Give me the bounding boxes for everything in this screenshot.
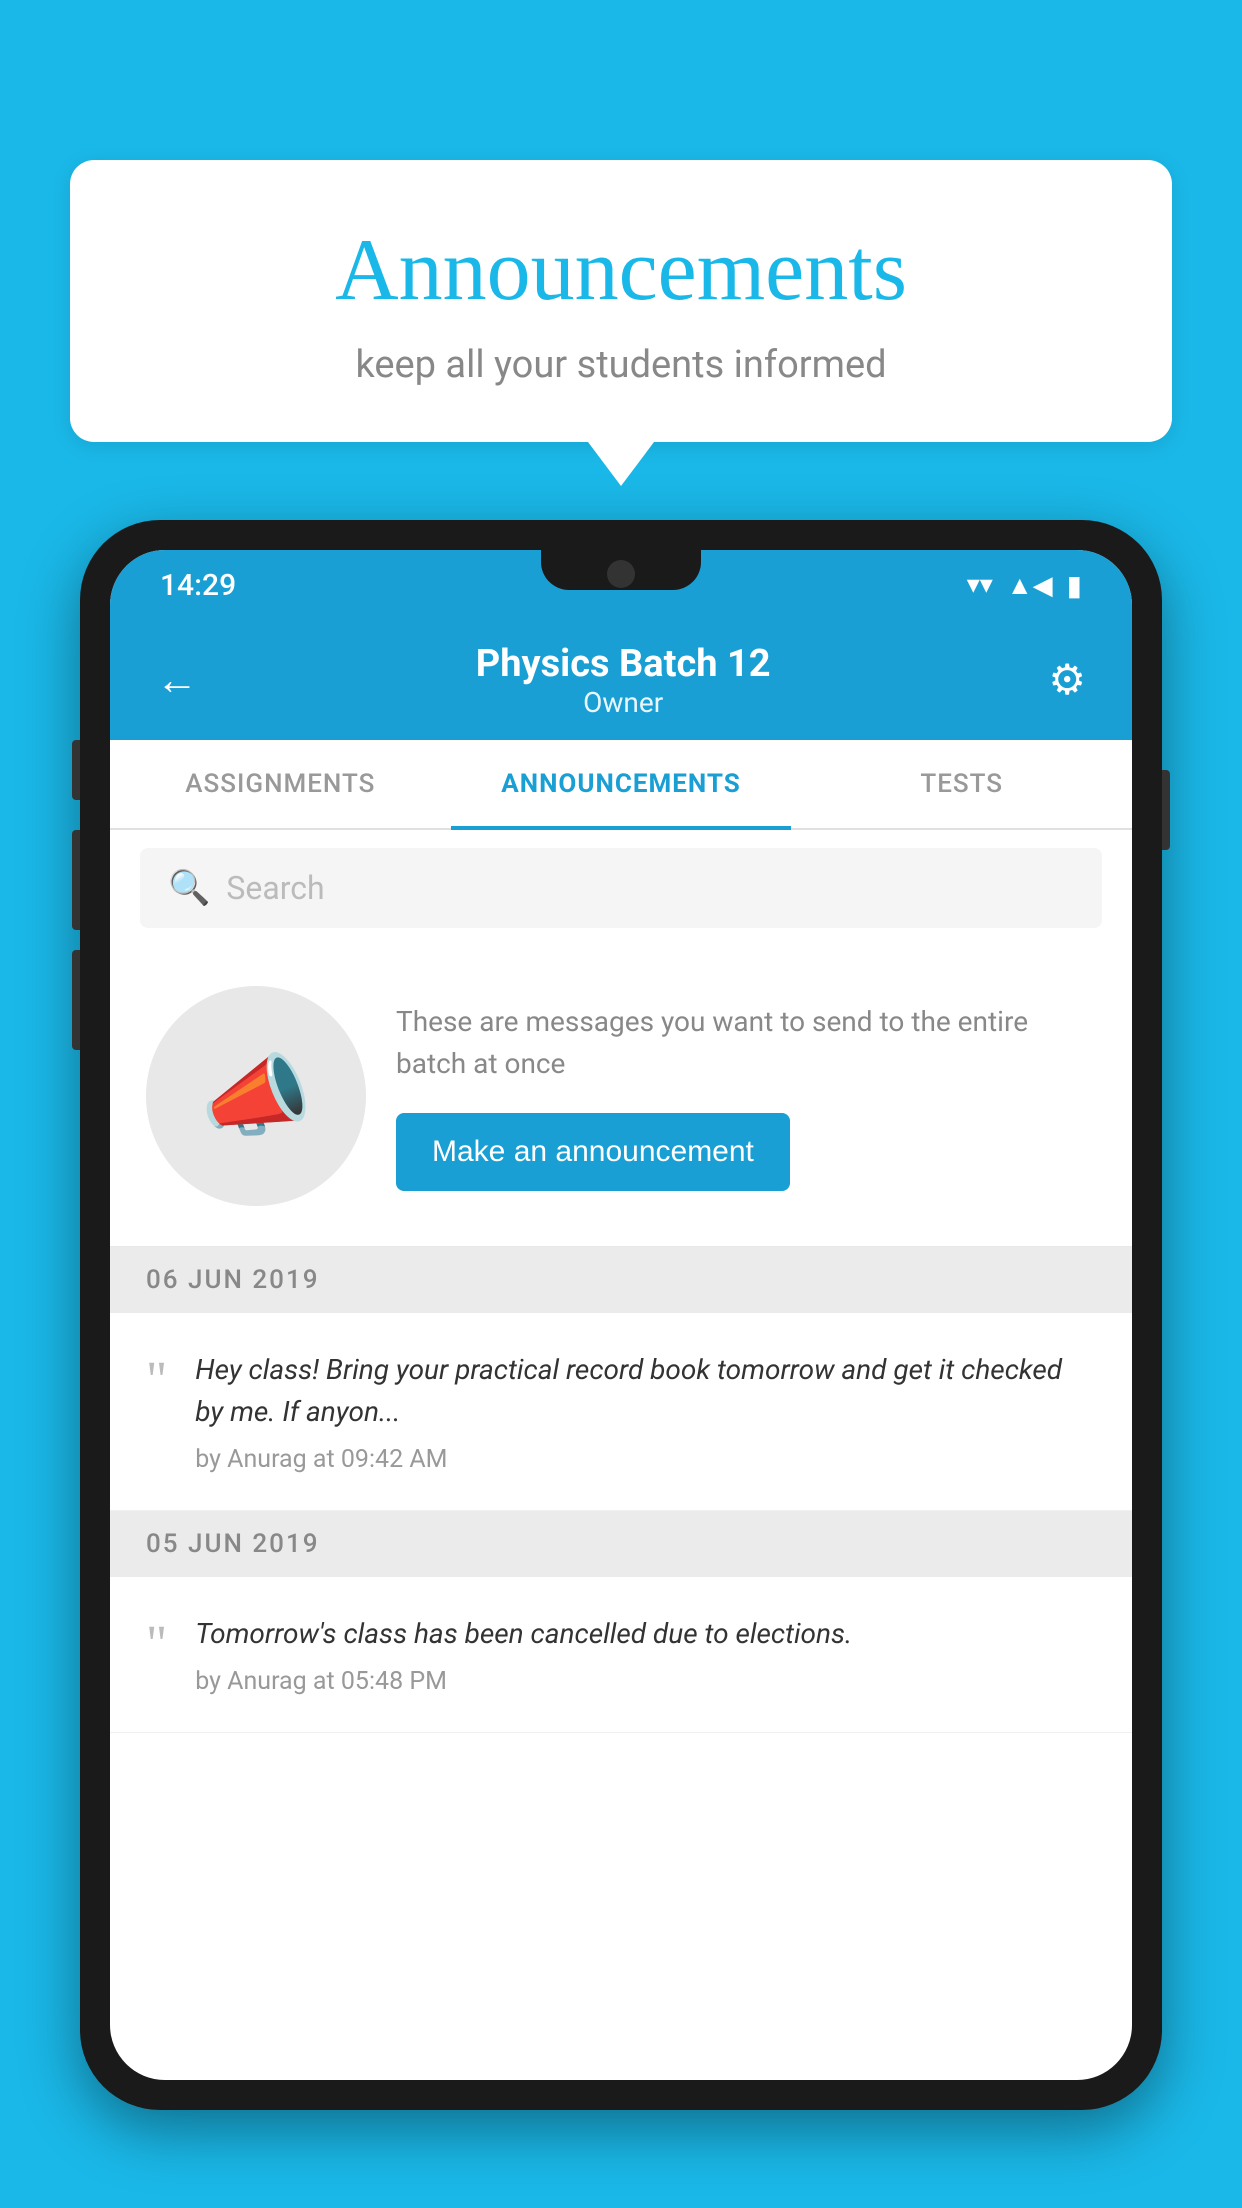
promo-icon-circle: 📣 [146,986,366,1206]
app-bar-subtitle: Owner [208,686,1038,719]
search-icon: 🔍 [168,868,210,908]
back-button[interactable]: ← [146,646,208,715]
speech-bubble-container: Announcements keep all your students inf… [70,160,1172,442]
speech-bubble: Announcements keep all your students inf… [70,160,1172,442]
search-bar[interactable]: 🔍 Search [140,848,1102,928]
promo-section: 📣 These are messages you want to send to… [110,946,1132,1247]
app-bar: ← Physics Batch 12 Owner ⚙ [110,620,1132,740]
date-separator-1: 06 JUN 2019 [110,1247,1132,1313]
phone-side-button-left-1 [72,740,80,800]
announcement-item-1: " Hey class! Bring your practical record… [110,1313,1132,1511]
promo-content: These are messages you want to send to t… [396,1001,1096,1191]
signal-icon: ▲◀ [1007,570,1053,601]
quote-icon-2: " [146,1619,167,1671]
promo-description: These are messages you want to send to t… [396,1001,1096,1085]
date-separator-2: 05 JUN 2019 [110,1511,1132,1577]
tab-announcements[interactable]: ANNOUNCEMENTS [451,740,792,828]
settings-icon[interactable]: ⚙ [1038,645,1096,715]
app-bar-title-section: Physics Batch 12 Owner [208,642,1038,719]
phone-side-button-right [1162,770,1170,850]
app-bar-title: Physics Batch 12 [208,642,1038,686]
tab-bar: ASSIGNMENTS ANNOUNCEMENTS TESTS [110,740,1132,830]
megaphone-icon: 📣 [200,1044,312,1149]
search-container: 🔍 Search [110,830,1132,946]
announcement-text-2: Tomorrow's class has been cancelled due … [195,1613,1096,1655]
phone-camera [607,560,635,588]
announcement-content-1: Hey class! Bring your practical record b… [195,1349,1096,1474]
make-announcement-button[interactable]: Make an announcement [396,1113,790,1191]
tab-tests[interactable]: TESTS [791,740,1132,828]
speech-bubble-subtitle: keep all your students informed [120,343,1122,387]
announcement-author-2: by Anurag at 05:48 PM [195,1667,1096,1696]
status-time: 14:29 [160,568,236,603]
announcement-text-1: Hey class! Bring your practical record b… [195,1349,1096,1433]
phone-side-button-left-2 [72,830,80,930]
wifi-icon: ▾▾ [967,570,993,600]
phone-screen: 14:29 ▾▾ ▲◀ ▮ ← Physics Batch 12 Owner ⚙ [110,550,1132,2080]
battery-icon: ▮ [1067,569,1082,602]
announcement-author-1: by Anurag at 09:42 AM [195,1445,1096,1474]
phone: 14:29 ▾▾ ▲◀ ▮ ← Physics Batch 12 Owner ⚙ [80,520,1162,2110]
phone-container: 14:29 ▾▾ ▲◀ ▮ ← Physics Batch 12 Owner ⚙ [80,520,1162,2208]
quote-icon-1: " [146,1355,167,1407]
speech-bubble-title: Announcements [120,220,1122,321]
announcement-item-2: " Tomorrow's class has been cancelled du… [110,1577,1132,1733]
status-icons: ▾▾ ▲◀ ▮ [967,569,1082,602]
phone-side-button-left-3 [72,950,80,1050]
tab-assignments[interactable]: ASSIGNMENTS [110,740,451,828]
search-placeholder: Search [226,869,324,907]
announcement-content-2: Tomorrow's class has been cancelled due … [195,1613,1096,1696]
